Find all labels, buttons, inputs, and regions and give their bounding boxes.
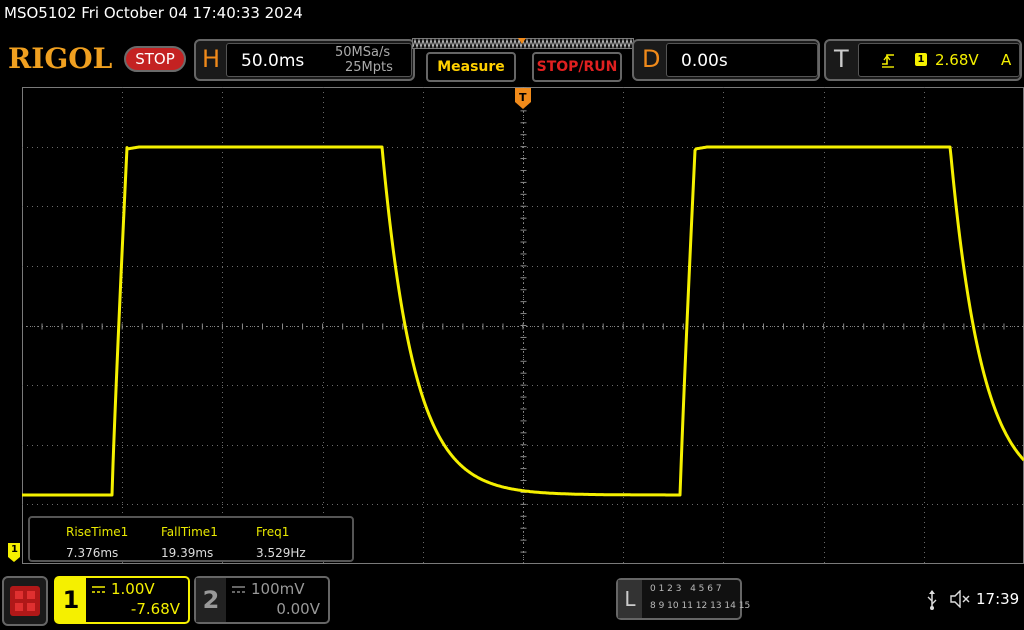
dc-coupling-icon: [232, 586, 245, 593]
logic-channels-row2: 8 9 10 11 12 13 14 15: [650, 601, 751, 611]
speaker-muted-icon[interactable]: [950, 590, 972, 608]
device-title: MSO5102 Fri October 04 17:40:33 2024: [4, 4, 303, 22]
timebase-value: 50.0ms: [241, 51, 305, 71]
menu-button[interactable]: [2, 576, 48, 626]
bottom-bar: 1 1.00V -7.68V 2 100mV 0.00V L 0 1 2 3 4…: [0, 570, 1024, 630]
channel2-offset: 0.00V: [276, 600, 320, 618]
trigger-level: 2.68V: [935, 51, 979, 69]
trigger-mode: A: [1001, 51, 1012, 69]
trigger-box: 1 2.68V A: [858, 43, 1020, 77]
delay-letter: D: [642, 45, 661, 73]
horizontal-letter: H: [202, 45, 221, 73]
trigger-letter: T: [834, 45, 849, 73]
grid-menu-icon: [10, 586, 40, 616]
usb-icon: [927, 590, 937, 610]
channel1-scale: 1.00V: [111, 580, 155, 598]
channel1-panel[interactable]: 1 1.00V -7.68V: [54, 576, 190, 624]
sample-rate: 50MSa/s: [335, 45, 391, 60]
logic-letter: L: [618, 580, 642, 618]
horizontal-box: 50.0ms 50MSa/s 25Mpts: [226, 43, 412, 77]
channel2-scale: 100mV: [251, 580, 305, 598]
channel1-level-label: 1: [11, 544, 18, 555]
channel2-number: 2: [196, 578, 226, 622]
measure-value-rise: 7.376ms: [66, 546, 119, 560]
measure-label-rise: RiseTime1: [66, 525, 129, 539]
measurement-panel: RiseTime1 7.376ms FallTime1 19.39ms Freq…: [28, 516, 354, 562]
stop-run-button[interactable]: STOP/RUN: [532, 52, 622, 82]
measure-value-fall: 19.39ms: [161, 546, 214, 560]
clock-time: 17:39: [976, 590, 1020, 608]
rigol-logo: RIGOL: [8, 42, 113, 75]
trigger-panel[interactable]: T 1 2.68V A: [824, 39, 1022, 81]
stop-run-label: STOP/RUN: [536, 59, 618, 75]
waveform-display[interactable]: [22, 87, 1024, 564]
logic-panel[interactable]: L 0 1 2 3 4 5 6 7 8 9 10 11 12 13 14 15: [616, 578, 750, 620]
logic-channels-row1: 0 1 2 3 4 5 6 7: [650, 584, 722, 594]
trigger-source-badge: 1: [915, 53, 927, 66]
measure-label-freq: Freq1: [256, 525, 290, 539]
trigger-position-label: T: [519, 91, 527, 104]
status-badge[interactable]: STOP: [124, 46, 186, 72]
dc-coupling-icon: [92, 586, 105, 593]
horizontal-panel[interactable]: H 50.0ms 50MSa/s 25Mpts: [194, 39, 415, 81]
rising-edge-icon: [882, 54, 894, 68]
delay-box: 0.00s: [666, 43, 818, 77]
delay-value: 0.00s: [681, 51, 728, 71]
measure-value-freq: 3.529Hz: [256, 546, 306, 560]
measure-button[interactable]: Measure: [426, 52, 516, 82]
channel2-panel[interactable]: 2 100mV 0.00V: [194, 576, 330, 624]
memory-position-bar[interactable]: [412, 38, 634, 50]
delay-panel[interactable]: D 0.00s: [632, 39, 820, 81]
channel1-number: 1: [56, 578, 86, 622]
measure-label-fall: FallTime1: [161, 525, 218, 539]
channel1-offset: -7.68V: [130, 600, 180, 618]
graticule: [22, 87, 1024, 564]
memory-depth: 25Mpts: [345, 60, 393, 75]
measure-label: Measure: [437, 59, 505, 75]
